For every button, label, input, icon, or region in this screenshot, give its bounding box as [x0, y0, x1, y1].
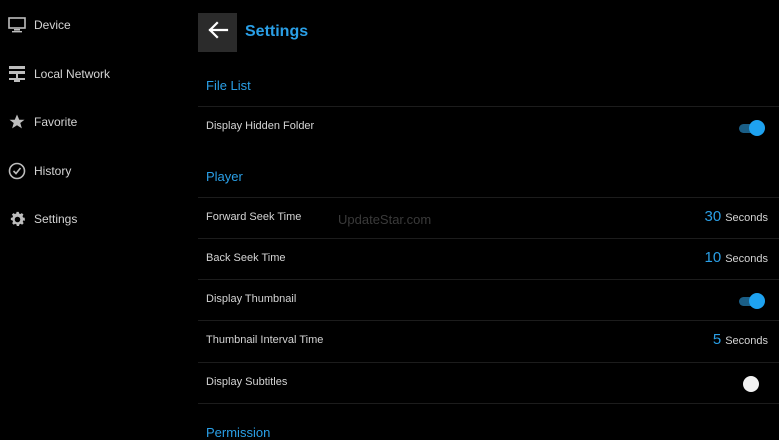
sidebar: Device Local Network Favorite History Se… — [0, 0, 190, 438]
value-unit: Seconds — [725, 212, 768, 224]
setting-row-forward-seek-time[interactable]: Forward Seek Time 30 Seconds — [198, 197, 779, 238]
setting-label: Display Subtitles — [206, 376, 288, 388]
value-unit: Seconds — [725, 253, 768, 265]
monitor-icon — [7, 15, 27, 35]
setting-label: Back Seek Time — [206, 252, 286, 264]
toggle-thumb — [749, 293, 765, 309]
setting-value: 10 Seconds — [705, 249, 769, 266]
network-icon — [7, 64, 27, 84]
sidebar-item-label: Local Network — [34, 67, 111, 81]
setting-label: Thumbnail Interval Time — [206, 334, 324, 346]
setting-row-back-seek-time[interactable]: Back Seek Time 10 Seconds — [198, 238, 779, 279]
sidebar-item-favorite[interactable]: Favorite — [0, 102, 190, 142]
sidebar-item-history[interactable]: History — [0, 151, 190, 191]
setting-value: 5 Seconds — [713, 331, 768, 348]
sidebar-item-label: Favorite — [34, 115, 78, 129]
arrow-left-icon — [207, 21, 229, 44]
clock-icon — [7, 161, 27, 181]
value-unit: Seconds — [725, 335, 768, 347]
setting-label: Forward Seek Time — [206, 211, 302, 223]
toggle-thumb — [743, 376, 759, 392]
sidebar-item-label: Settings — [34, 212, 78, 226]
header: Settings — [198, 13, 779, 52]
section-header-player: Player — [206, 169, 243, 184]
toggle-thumb — [749, 120, 765, 136]
sidebar-item-label: Device — [34, 18, 71, 32]
value-number: 30 — [704, 208, 722, 225]
watermark: UpdateStar.com — [338, 212, 432, 227]
value-number: 5 — [712, 331, 722, 348]
setting-row-display-hidden-folder[interactable]: Display Hidden Folder — [198, 106, 779, 147]
value-number: 10 — [704, 249, 722, 266]
display-hidden-folder-toggle[interactable] — [737, 120, 765, 136]
sidebar-item-device[interactable]: Device — [0, 5, 190, 45]
setting-row-display-subtitles[interactable]: Display Subtitles — [198, 362, 779, 404]
setting-row-thumbnail-interval-time[interactable]: Thumbnail Interval Time 5 Seconds — [198, 320, 779, 361]
settings-panel: Settings File List Display Hidden Folder… — [198, 0, 779, 440]
gear-icon — [7, 209, 27, 229]
section-header-file-list: File List — [206, 78, 251, 93]
page-title: Settings — [245, 23, 309, 40]
sidebar-item-settings[interactable]: Settings — [0, 199, 190, 239]
sidebar-item-label: History — [34, 164, 72, 178]
setting-value: 30 Seconds — [705, 208, 769, 225]
sidebar-item-local-network[interactable]: Local Network — [0, 54, 190, 94]
display-subtitles-toggle[interactable] — [737, 376, 765, 392]
back-button[interactable] — [198, 13, 237, 52]
display-thumbnail-toggle[interactable] — [737, 293, 765, 309]
star-icon — [7, 112, 27, 132]
setting-label: Display Hidden Folder — [206, 120, 315, 132]
setting-row-display-thumbnail[interactable]: Display Thumbnail — [198, 279, 779, 320]
setting-label: Display Thumbnail — [206, 293, 297, 305]
